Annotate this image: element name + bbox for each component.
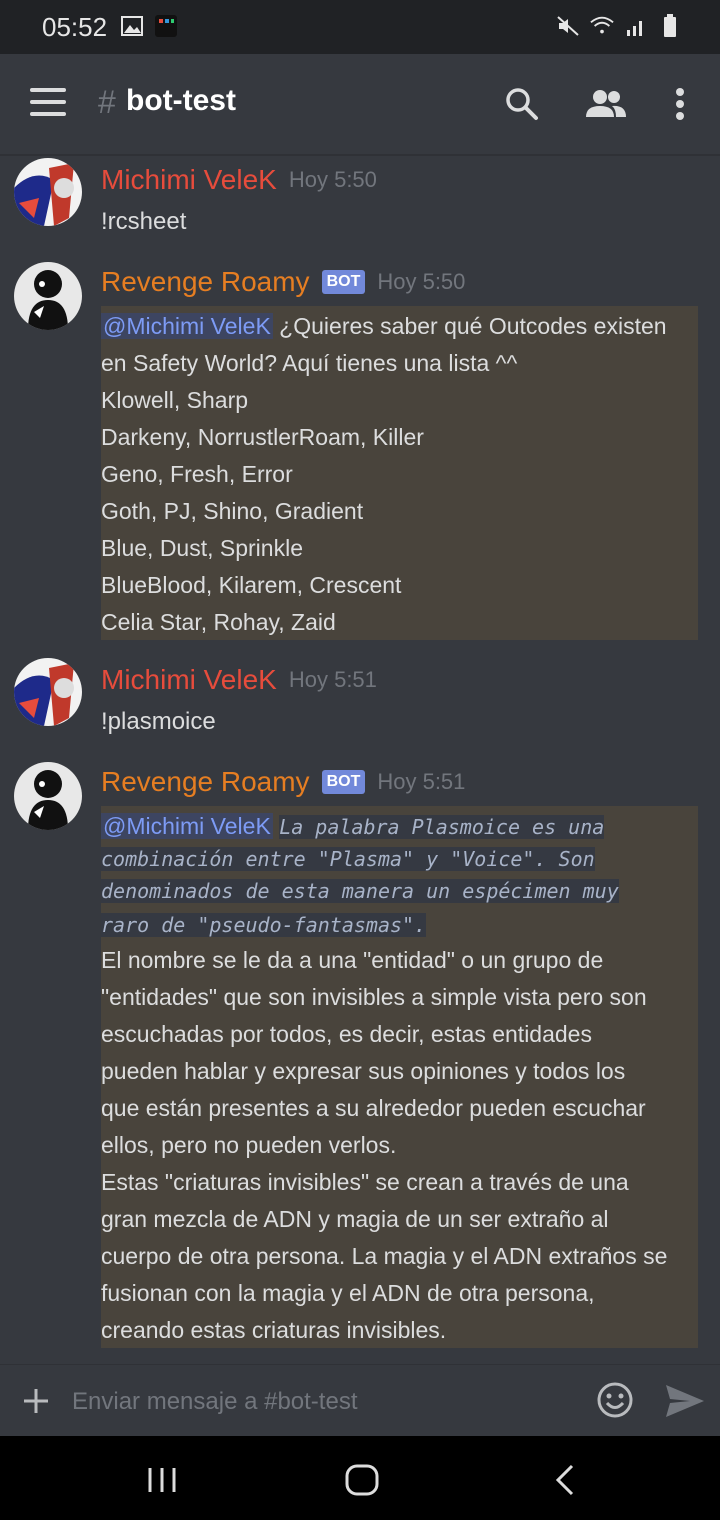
more-options-icon[interactable]: [656, 80, 704, 128]
mute-vibrate-icon: [556, 14, 580, 38]
message-line: pueden hablar y expresar sus opiniones y…: [101, 1058, 626, 1084]
message-line: denominados de esta manera un espécimen …: [101, 874, 698, 906]
channel-title: bot-test: [126, 84, 236, 117]
message-content: @Michimi VeleK La palabra Plasmoice es u…: [101, 806, 698, 1348]
message-content: !rcsheet: [101, 208, 187, 235]
message-line: "entidades" que son invisibles a simple …: [101, 984, 647, 1010]
message-line: ellos, pero no pueden verlos.: [101, 1132, 397, 1158]
user-mention[interactable]: @Michimi VeleK: [101, 313, 273, 339]
italic-text: combinación entre "Plasma" y "Voice". So…: [101, 847, 595, 871]
timestamp: Hoy 5:51: [288, 667, 377, 692]
message-line: Darkeny, NorrustlerRoam, Killer: [101, 424, 424, 450]
avatar[interactable]: [14, 262, 82, 330]
recent-apps-icon[interactable]: [142, 1460, 182, 1500]
message-line: fusionan con la magia y el ADN de otra p…: [101, 1280, 595, 1306]
message-line: @Michimi VeleK La palabra Plasmoice es u…: [101, 808, 698, 842]
emoji-icon[interactable]: [596, 1381, 634, 1419]
bot-badge: BOT: [321, 270, 366, 294]
message-line: Celia Star, Rohay, Zaid: [101, 609, 336, 635]
channel-hash-icon: #: [98, 84, 116, 120]
message-line: que están presentes a su alrededor puede…: [101, 1095, 646, 1121]
signal-icon: [624, 14, 648, 38]
gallery-notification-icon: [120, 14, 144, 38]
message-line: gran mezcla de ADN y magia de un ser ext…: [101, 1206, 609, 1232]
wifi-icon: [590, 14, 614, 38]
message-line: Estas "criaturas invisibles" se crean a …: [101, 1169, 629, 1195]
message-text: ¿Quieres saber qué Outcodes existen: [272, 313, 667, 339]
send-icon[interactable]: [664, 1381, 706, 1421]
system-nav-bar: [0, 1436, 720, 1520]
avatar[interactable]: [14, 158, 82, 226]
message-line: Geno, Fresh, Error: [101, 461, 293, 487]
message-line: BlueBlood, Kilarem, Crescent: [101, 572, 402, 598]
message-line: en Safety World? Aquí tienes una lista ^…: [101, 350, 518, 376]
message-content: !plasmoice: [101, 708, 216, 735]
message-input[interactable]: [70, 1381, 574, 1423]
author-name[interactable]: Michimi VeleK: [101, 664, 277, 696]
message-line: El nombre se le da a una "entidad" o un …: [101, 947, 604, 973]
home-icon[interactable]: [342, 1460, 382, 1500]
italic-text: raro de "pseudo-fantasmas".: [101, 913, 427, 937]
message-line: raro de "pseudo-fantasmas".: [101, 906, 698, 942]
author-name[interactable]: Michimi VeleK: [101, 164, 277, 196]
app-notification-icon: [154, 14, 178, 38]
timestamp: Hoy 5:50: [377, 269, 466, 294]
message-line: escuchadas por todos, es decir, estas en…: [101, 1021, 592, 1047]
user-mention[interactable]: @Michimi VeleK: [101, 813, 273, 839]
avatar[interactable]: [14, 658, 82, 726]
status-bar: 05:52: [0, 0, 720, 54]
message-content: @Michimi VeleK ¿Quieres saber qué Outcod…: [101, 306, 698, 640]
message-line: Klowell, Sharp: [101, 387, 249, 413]
message-line: @Michimi VeleK ¿Quieres saber qué Outcod…: [101, 308, 698, 345]
author-name[interactable]: Revenge Roamy: [101, 766, 310, 798]
timestamp: Hoy 5:50: [288, 167, 377, 192]
battery-icon: [658, 14, 682, 38]
message-line: Goth, PJ, Shino, Gradient: [101, 498, 364, 524]
timestamp: Hoy 5:51: [377, 769, 466, 794]
menu-icon[interactable]: [30, 88, 68, 120]
status-time: 05:52: [42, 12, 108, 42]
search-icon[interactable]: [498, 80, 546, 128]
italic-text: La palabra Plasmoice es una: [279, 815, 605, 839]
message-composer: [0, 1364, 720, 1437]
message-line: Blue, Dust, Sprinkle: [101, 535, 303, 561]
bot-badge: BOT: [321, 770, 366, 794]
author-name[interactable]: Revenge Roamy: [101, 266, 310, 298]
message-list[interactable]: Michimi VeleK Hoy 5:50 !rcsheet Revenge …: [0, 154, 720, 1364]
back-icon[interactable]: [546, 1460, 586, 1500]
avatar[interactable]: [14, 762, 82, 830]
members-icon[interactable]: [582, 80, 630, 128]
message-line: creando estas criaturas invisibles.: [101, 1317, 447, 1343]
message-line: cuerpo de otra persona. La magia y el AD…: [101, 1243, 668, 1269]
message-line: combinación entre "Plasma" y "Voice". So…: [101, 842, 698, 874]
add-attachment-icon[interactable]: [18, 1383, 54, 1419]
italic-text: denominados de esta manera un espécimen …: [101, 879, 619, 903]
channel-header: # bot-test: [0, 54, 720, 154]
